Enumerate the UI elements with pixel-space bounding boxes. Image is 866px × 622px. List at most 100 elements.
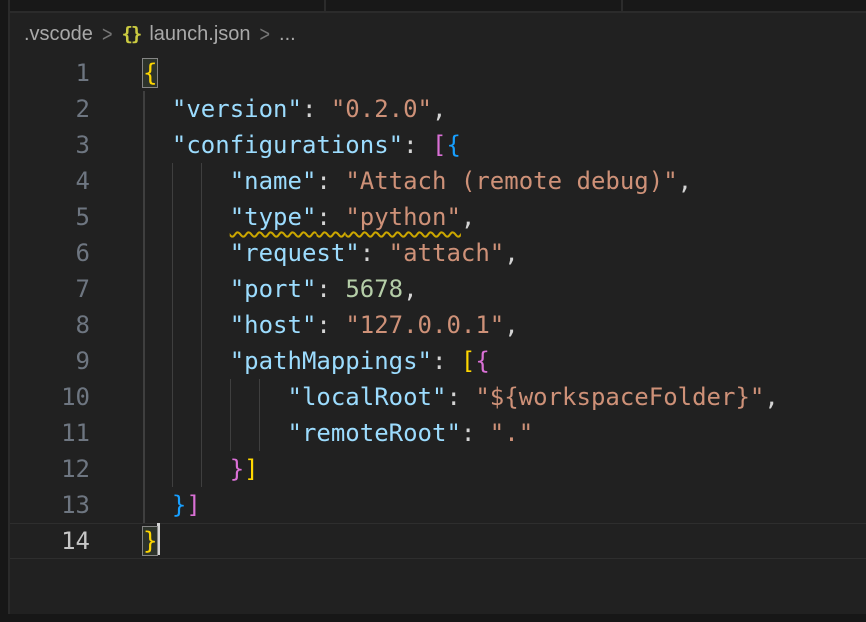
token: [ — [432, 131, 446, 159]
line-number[interactable]: 13 — [10, 487, 90, 523]
token: , — [504, 311, 518, 339]
code-line-content: "version": "0.2.0", — [90, 91, 446, 127]
code-line-14[interactable]: 14} — [10, 523, 866, 559]
token: "remoteRoot" — [288, 419, 461, 447]
token: , — [461, 203, 475, 231]
code-line-content: "port": 5678, — [90, 271, 418, 307]
token: "port" — [230, 275, 317, 303]
token: "Attach (remote debug)" — [345, 167, 677, 195]
line-number[interactable]: 5 — [10, 199, 90, 235]
chevron-right-icon: > — [102, 21, 113, 47]
token: : — [461, 419, 490, 447]
token — [143, 419, 288, 447]
line-number[interactable]: 4 — [10, 163, 90, 199]
line-number[interactable]: 3 — [10, 127, 90, 163]
code-line-8[interactable]: 8 "host": "127.0.0.1", — [10, 307, 866, 343]
token: , — [764, 383, 778, 411]
token: ] — [186, 491, 200, 519]
breadcrumb-symbol-ellipsis[interactable]: ... — [279, 23, 296, 46]
token: [ — [461, 347, 475, 375]
code-line-content: "name": "Attach (remote debug)", — [90, 163, 692, 199]
token — [143, 311, 230, 339]
chevron-right-icon: > — [260, 21, 271, 47]
token: : — [446, 383, 475, 411]
window-bottom-edge — [0, 614, 866, 622]
code-line-content: }] — [90, 451, 259, 487]
line-number[interactable]: 1 — [10, 55, 90, 91]
json-file-icon: {} — [121, 23, 140, 45]
code-line-10[interactable]: 10 "localRoot": "${workspaceFolder}", — [10, 379, 866, 415]
code-line-5[interactable]: 5 "type": "python", — [10, 199, 866, 235]
token: "configurations" — [172, 131, 403, 159]
line-number[interactable]: 6 — [10, 235, 90, 271]
token — [143, 167, 230, 195]
token — [143, 239, 230, 267]
breadcrumb-file[interactable]: launch.json — [149, 23, 250, 46]
code-line-content: "host": "127.0.0.1", — [90, 307, 519, 343]
warning-squiggle-token: : — [316, 203, 345, 231]
token: "host" — [230, 311, 317, 339]
token: "version" — [172, 95, 302, 123]
token: : — [316, 311, 345, 339]
code-line-2[interactable]: 2 "version": "0.2.0", — [10, 91, 866, 127]
token: } — [230, 455, 244, 483]
code-line-content: } — [90, 523, 160, 559]
token: { — [446, 131, 460, 159]
code-line-3[interactable]: 3 "configurations": [{ — [10, 127, 866, 163]
line-number[interactable]: 10 — [10, 379, 90, 415]
token — [143, 383, 288, 411]
token: "0.2.0" — [331, 95, 432, 123]
tab-bar-bottom-sliver — [10, 0, 866, 11]
code-line-6[interactable]: 6 "request": "attach", — [10, 235, 866, 271]
token: : — [360, 239, 389, 267]
code-line-content: "remoteRoot": "." — [90, 415, 533, 451]
code-editor[interactable]: 1{2 "version": "0.2.0",3 "configurations… — [10, 55, 866, 559]
warning-squiggle-token: "type" — [230, 203, 317, 231]
token: "localRoot" — [288, 383, 447, 411]
token: "127.0.0.1" — [345, 311, 504, 339]
code-line-content: { — [90, 55, 157, 91]
token: : — [316, 275, 345, 303]
code-line-content: "type": "python", — [90, 199, 475, 235]
code-line-7[interactable]: 7 "port": 5678, — [10, 271, 866, 307]
token: "${workspaceFolder}" — [475, 383, 764, 411]
line-number[interactable]: 7 — [10, 271, 90, 307]
token — [143, 95, 172, 123]
token — [143, 491, 172, 519]
line-number[interactable]: 11 — [10, 415, 90, 451]
code-line-content: }] — [90, 487, 201, 523]
line-number[interactable]: 2 — [10, 91, 90, 127]
token: "name" — [230, 167, 317, 195]
token: "request" — [230, 239, 360, 267]
token: 5678 — [345, 275, 403, 303]
token: ] — [244, 455, 258, 483]
token: , — [403, 275, 417, 303]
code-line-9[interactable]: 9 "pathMappings": [{ — [10, 343, 866, 379]
code-line-13[interactable]: 13 }] — [10, 487, 866, 523]
code-line-11[interactable]: 11 "remoteRoot": "." — [10, 415, 866, 451]
line-number[interactable]: 9 — [10, 343, 90, 379]
token: { — [475, 347, 489, 375]
code-line-4[interactable]: 4 "name": "Attach (remote debug)", — [10, 163, 866, 199]
token: } — [172, 491, 186, 519]
token — [143, 275, 230, 303]
line-number[interactable]: 12 — [10, 451, 90, 487]
code-line-12[interactable]: 12 }] — [10, 451, 866, 487]
tab-separator — [324, 0, 326, 11]
bracket-match: { — [143, 59, 157, 87]
code-line-1[interactable]: 1{ — [10, 55, 866, 91]
line-number[interactable]: 8 — [10, 307, 90, 343]
code-line-content: "pathMappings": [{ — [90, 343, 490, 379]
token — [143, 131, 172, 159]
token: "pathMappings" — [230, 347, 432, 375]
breadcrumb-folder[interactable]: .vscode — [24, 23, 93, 46]
vscode-editor-window: .vscode > {} launch.json > ... 1{2 "vers… — [0, 0, 866, 622]
text-cursor — [157, 523, 160, 555]
code-line-content: "configurations": [{ — [90, 127, 461, 163]
bracket-match: } — [143, 527, 157, 555]
line-number[interactable]: 14 — [10, 523, 90, 559]
token: : — [432, 347, 461, 375]
token: : — [403, 131, 432, 159]
warning-squiggle-token: "python" — [345, 203, 461, 231]
token: "attach" — [389, 239, 505, 267]
